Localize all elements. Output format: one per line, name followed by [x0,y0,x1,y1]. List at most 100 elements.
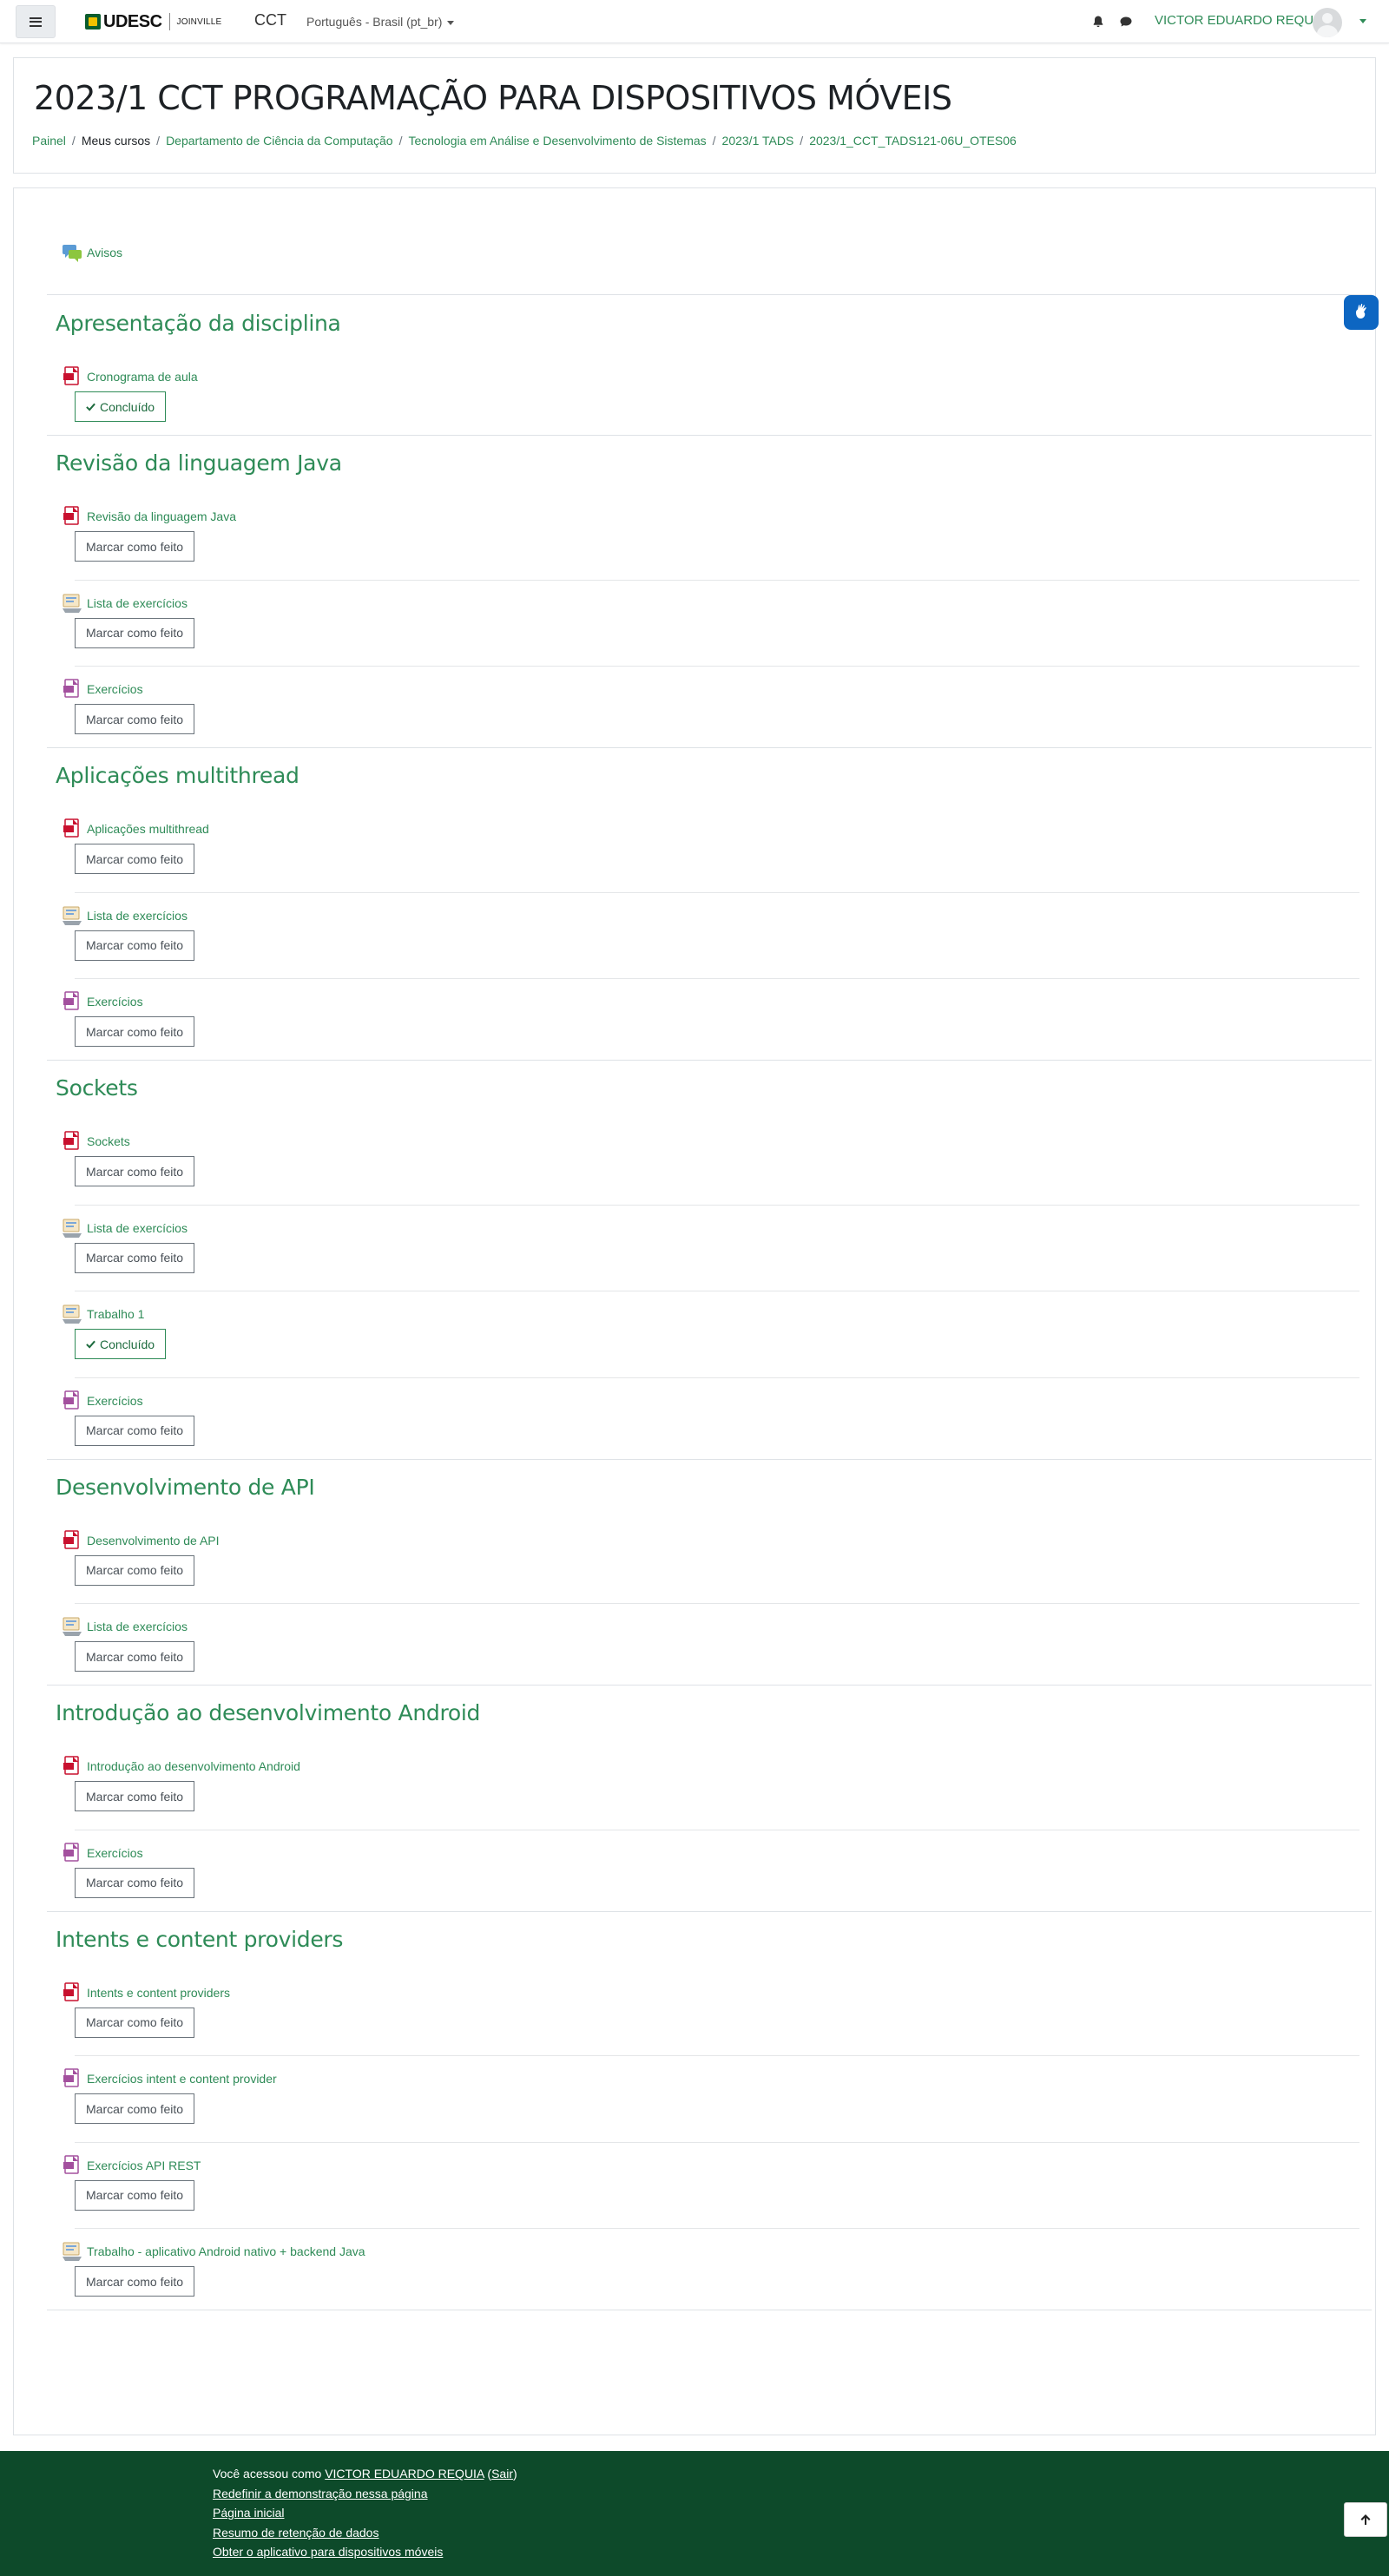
breadcrumb-item-course[interactable]: 2023/1_CCT_TADS121-06U_OTES06 [809,134,1017,148]
section-title-intents-e-content-providers[interactable]: Intents e content providers [56,1927,343,1952]
footer-links: Você acessou como VICTOR EDUARDO REQUIA … [213,2464,517,2562]
chat-icon[interactable] [1119,15,1133,29]
activity-link-exercicios[interactable]: Exercícios [62,991,143,1012]
logo-text: UDESC [103,11,162,31]
mark-as-done-button[interactable]: Marcar como feito [75,844,195,874]
completion-done-button[interactable]: Concluído [75,391,167,422]
activity-link-trabalho-aplicativo-android-nativo-backend-java[interactable]: Trabalho - aplicativo Android nativo + b… [62,2241,365,2262]
activity-link-lista-de-exercicios[interactable]: Lista de exercícios [62,1218,188,1239]
section-title-apresentacao-da-disciplina[interactable]: Apresentação da disciplina [56,311,341,336]
activity-link-trabalho-1[interactable]: Trabalho 1 [62,1304,144,1324]
mark-as-done-button[interactable]: Marcar como feito [75,1641,195,1672]
mark-as-done-button[interactable]: Marcar como feito [75,1016,195,1047]
mark-as-done-button[interactable]: Marcar como feito [75,1554,195,1586]
activity-link-exercicios-intent-e-content-provider[interactable]: Exercícios intent e content provider [62,2068,277,2089]
breadcrumb-item-department[interactable]: Departamento de Ciência da Computação [166,134,393,148]
logout-link[interactable]: Sair [491,2467,513,2481]
forum-icon [63,245,82,262]
logo-subtitle: JOINVILLE [176,16,222,27]
document-icon [63,1842,79,1862]
mark-as-done-button[interactable]: Marcar como feito [75,704,195,734]
activity-link-introducao-ao-desenvolvimento-android[interactable]: Introdução ao desenvolvimento Android [62,1756,300,1777]
mobile-app-link[interactable]: Obter o aplicativo para dispositivos móv… [213,2542,517,2562]
mark-as-done-button[interactable]: Marcar como feito [75,617,195,648]
activity-link-lista-de-exercicios[interactable]: Lista de exercícios [62,905,188,926]
completion-done-button[interactable]: Concluído [75,1329,167,1359]
breadcrumb-item-program[interactable]: Tecnologia em Análise e Desenvolvimento … [408,134,706,148]
activity-link-exercicios-api-rest[interactable]: Exercícios API REST [62,2154,201,2176]
activity-link-lista-de-exercicios[interactable]: Lista de exercícios [62,1616,188,1637]
bell-icon[interactable] [1091,15,1105,29]
activity-label: Lista de exercícios [87,1220,188,1235]
language-label: Português - Brasil (pt_br) [306,15,443,29]
footer-profile-link[interactable]: VICTOR EDUARDO REQUIA [325,2467,484,2481]
mark-as-done-button[interactable]: Marcar como feito [75,1867,195,1898]
activity-link-exercicios[interactable]: Exercícios [62,679,143,700]
data-retention-link[interactable]: Resumo de retenção de dados [213,2523,517,2543]
activity-link-exercicios[interactable]: Exercícios [62,1842,143,1863]
mark-as-done-button[interactable]: Marcar como feito [75,2093,195,2124]
activity-label: Desenvolvimento de API [87,1533,220,1548]
activity-label: Exercícios [87,682,143,696]
udesc-logo[interactable]: UDESC JOINVILLE [85,12,221,31]
activity-link-intents-e-content-providers[interactable]: Intents e content providers [62,1981,230,2003]
activity-link-exercicios[interactable]: Exercícios [62,1390,143,1411]
activity-label: Introdução ao desenvolvimento Android [87,1759,300,1773]
mark-as-done-button[interactable]: Marcar como feito [75,2007,195,2038]
mark-as-done-button[interactable]: Marcar como feito [75,1242,195,1273]
activity-label: Exercícios API REST [87,2158,201,2172]
mark-as-done-button[interactable]: Marcar como feito [75,531,195,562]
accessibility-widget-button[interactable] [1344,295,1379,330]
mark-as-done-button[interactable]: Marcar como feito [75,2266,195,2297]
logged-in-info: Você acessou como VICTOR EDUARDO REQUIA … [213,2467,517,2481]
activity-label: Revisão da linguagem Java [87,509,236,523]
pdf-icon [63,366,79,385]
activity-link-announcements[interactable]: Avisos [62,242,122,263]
activity-link-desenvolvimento-de-api[interactable]: Desenvolvimento de API [62,1529,220,1551]
activity-label: Trabalho 1 [87,1307,145,1321]
pdf-icon [63,818,79,838]
mark-as-done-button[interactable]: Marcar como feito [75,930,195,961]
top-navbar: UDESC JOINVILLE CCT Português - Brasil (… [0,0,1389,43]
section-title-desenvolvimento-de-api[interactable]: Desenvolvimento de API [56,1475,315,1500]
activity-link-revisao-da-linguagem-java[interactable]: Revisão da linguagem Java [62,506,236,527]
reset-demo-link[interactable]: Redefinir a demonstração nessa página [213,2484,517,2504]
activity-label: Avisos [87,246,122,260]
activity-label: Exercícios intent e content provider [87,2072,277,2086]
mark-as-done-button[interactable]: Marcar como feito [75,1781,195,1811]
mark-as-done-button[interactable]: Marcar como feito [75,1156,195,1186]
activity-link-lista-de-exercicios[interactable]: Lista de exercícios [62,593,188,614]
activity-link-sockets[interactable]: Sockets [62,1131,130,1152]
assignment-icon [63,906,82,925]
avatar[interactable] [1313,8,1342,37]
page-title: 2023/1 CCT PROGRAMAÇÃO PARA DISPOSITIVOS… [34,79,952,117]
activity-link-aplicacoes-multithread[interactable]: Aplicações multithread [62,818,209,839]
site-name[interactable]: CCT [254,11,286,30]
activity-label: Sockets [87,1134,130,1148]
arrow-up-icon [1360,2514,1371,2525]
course-content: Avisos Apresentação da disciplina Cronog… [13,187,1376,2435]
section-title-aplicacoes-multithread[interactable]: Aplicações multithread [56,763,300,788]
activity-label: Lista de exercícios [87,908,188,923]
language-menu[interactable]: Português - Brasil (pt_br) [306,15,455,29]
mark-as-done-button[interactable]: Marcar como feito [75,2179,195,2211]
home-page-link[interactable]: Página inicial [213,2503,517,2523]
page-footer: Você acessou como VICTOR EDUARDO REQUIA … [0,2451,1389,2576]
assignment-icon [63,1617,82,1636]
side-drawer-toggle-button[interactable] [16,5,56,38]
chevron-down-icon[interactable] [1359,19,1366,23]
section-title-introducao-ao-desenvolvimento-android[interactable]: Introdução ao desenvolvimento Android [56,1700,480,1725]
section-title-revisao-da-linguagem-java[interactable]: Revisão da linguagem Java [56,450,342,476]
mark-as-done-button[interactable]: Marcar como feito [75,1415,195,1446]
activity-label: Lista de exercícios [87,1620,188,1633]
activity-label: Trabalho - aplicativo Android nativo + b… [87,2244,365,2258]
user-menu-name[interactable]: VICTOR EDUARDO REQUIA [1155,13,1326,28]
back-to-top-button[interactable] [1344,2502,1387,2537]
activity-link-cronograma-de-aula[interactable]: Cronograma de aula [62,366,198,387]
document-icon [63,2068,79,2087]
breadcrumb-item-dashboard[interactable]: Painel [32,134,66,148]
section-title-sockets[interactable]: Sockets [56,1075,138,1101]
assignment-icon [63,594,82,613]
pdf-icon [63,1131,79,1150]
breadcrumb-item-term[interactable]: 2023/1 TADS [722,134,794,148]
